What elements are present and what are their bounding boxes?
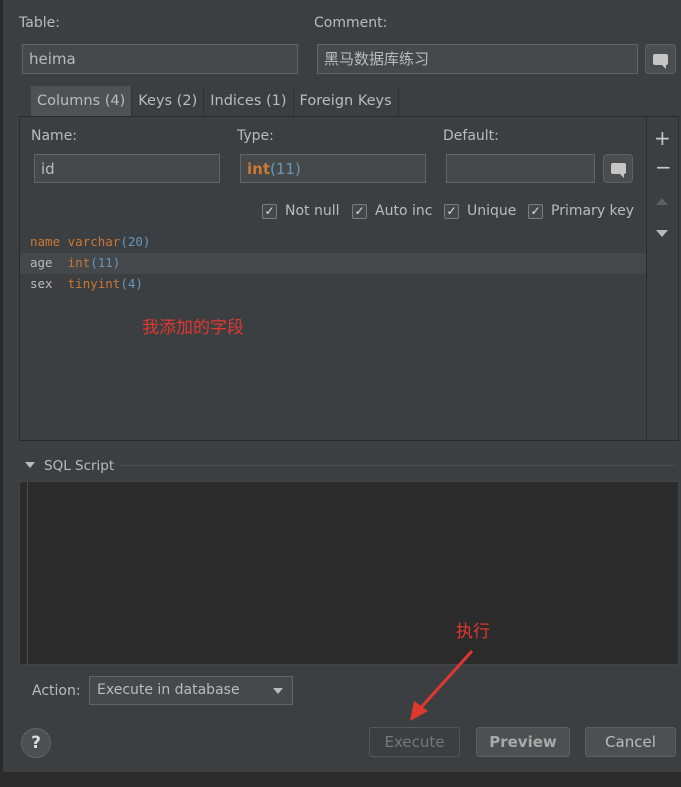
column-row-name[interactable]: name varchar(20) <box>30 234 150 249</box>
name-label: Name: <box>31 128 78 144</box>
preview-button[interactable]: Preview <box>476 727 570 757</box>
auto-inc-checkbox[interactable]: ✓ Auto inc <box>352 203 432 219</box>
checkbox-check-icon: ✓ <box>352 203 367 219</box>
column-name: sex <box>30 276 53 291</box>
collapse-arrow-icon[interactable] <box>25 462 35 468</box>
sql-header-divider <box>120 465 675 466</box>
column-args: (20) <box>120 234 151 249</box>
column-type: varchar <box>67 234 121 249</box>
sql-editor-gutter <box>27 482 28 664</box>
help-button[interactable]: ? <box>21 728 51 758</box>
sql-script-label[interactable]: SQL Script <box>44 458 114 474</box>
execute-button[interactable]: Execute <box>369 727 460 757</box>
tab-indices[interactable]: Indices (1) <box>204 86 294 116</box>
comment-edit-button[interactable] <box>645 44 676 74</box>
action-label: Action: <box>32 683 81 699</box>
column-row-age[interactable]: age int(11) <box>30 255 120 270</box>
type-size: (11) <box>270 160 301 178</box>
added-fields-annotation: 我添加的字段 <box>142 318 244 338</box>
window-edge-bottom <box>0 772 681 787</box>
checkbox-check-icon: ✓ <box>528 203 543 219</box>
checkbox-check-icon: ✓ <box>444 203 459 219</box>
tab-foreign-keys[interactable]: Foreign Keys <box>293 86 399 116</box>
column-name: name <box>30 234 61 249</box>
column-type: tinyint <box>67 276 121 291</box>
chevron-down-icon <box>273 688 283 694</box>
cancel-button[interactable]: Cancel <box>585 727 676 757</box>
column-type-input[interactable]: int(11) <box>240 154 426 183</box>
comment-label: Comment: <box>314 15 388 31</box>
column-type: int <box>67 255 91 270</box>
columns-toolbar-divider <box>646 116 647 441</box>
unique-checkbox[interactable]: ✓ Unique <box>444 203 516 219</box>
default-comment-button[interactable] <box>603 154 633 183</box>
table-label: Table: <box>19 15 60 31</box>
comment-input[interactable]: 黑马数据库练习 <box>317 44 638 74</box>
unique-label: Unique <box>467 203 517 219</box>
column-args: (4) <box>120 276 143 291</box>
action-select[interactable]: Execute in database <box>89 676 293 705</box>
minus-icon[interactable]: − <box>655 157 672 177</box>
auto-inc-label: Auto inc <box>375 203 433 219</box>
column-name: age <box>30 255 53 270</box>
not-null-label: Not null <box>285 203 340 219</box>
speech-bubble-icon <box>653 53 668 69</box>
action-select-value: Execute in database <box>97 682 240 698</box>
table-name-input[interactable]: heima <box>22 44 298 74</box>
arrow-down-icon[interactable] <box>656 230 668 237</box>
default-value-input[interactable] <box>446 154 595 183</box>
column-row-sex[interactable]: sex tinyint(4) <box>30 276 143 291</box>
default-label: Default: <box>443 128 499 144</box>
plus-icon[interactable]: + <box>654 128 671 148</box>
arrow-up-icon[interactable] <box>656 198 668 205</box>
speech-bubble-icon <box>610 163 626 178</box>
type-label: Type: <box>237 128 274 144</box>
tab-columns[interactable]: Columns (4) <box>31 86 133 116</box>
checkbox-check-icon: ✓ <box>262 203 277 219</box>
tab-keys[interactable]: Keys (2) <box>132 86 205 116</box>
annotation-arrow-icon <box>410 649 474 721</box>
tab-bar: Columns (4) Keys (2) Indices (1) Foreign… <box>31 86 399 116</box>
primary-key-label: Primary key <box>551 203 635 219</box>
primary-key-checkbox[interactable]: ✓ Primary key <box>528 203 634 219</box>
column-args: (11) <box>90 255 121 270</box>
execute-annotation: 执行 <box>456 622 490 642</box>
column-name-input[interactable]: id <box>34 154 220 183</box>
type-keyword: int <box>247 160 270 178</box>
sql-script-editor[interactable] <box>19 481 679 665</box>
not-null-checkbox[interactable]: ✓ Not null <box>262 203 340 219</box>
